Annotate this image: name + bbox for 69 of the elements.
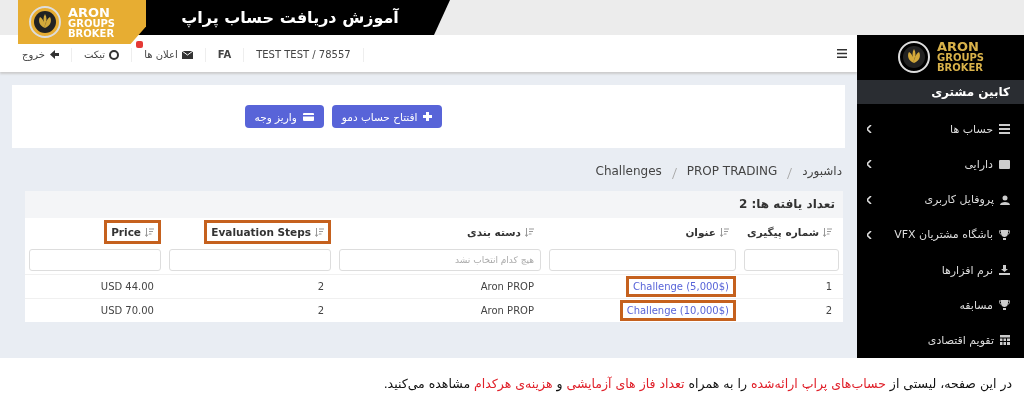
sidebar-item[interactable]: تقویم اقتصادی (857, 322, 1024, 359)
table-cell-text: USD 44.00 (99, 280, 155, 294)
logo-icon (28, 5, 62, 39)
sidebar-item[interactable]: پروفایل کاربری (857, 181, 1024, 218)
logo-text: GROUPS (68, 18, 116, 29)
sidebar-item[interactable]: حساب ها (857, 111, 1024, 147)
logo-text: BROKER (936, 63, 985, 74)
challenge-link[interactable]: Challenge (10,000$) (619, 300, 736, 321)
card-icon (302, 112, 314, 121)
breadcrumb-item[interactable]: PROP TRADING (686, 164, 778, 182)
list-icon (999, 124, 1010, 135)
trophy-icon (999, 300, 1010, 311)
breadcrumb-item[interactable]: داشبورد (802, 164, 842, 182)
column-header[interactable]: شماره پیگیری (740, 220, 839, 244)
topbar-link[interactable]: FA (205, 47, 245, 62)
breadcrumb-item: Challenges (595, 164, 662, 180)
sidebar-item[interactable]: دارایی (857, 146, 1024, 182)
logout-icon (49, 50, 59, 59)
sort-icon (145, 227, 154, 237)
input-field[interactable] (29, 249, 161, 271)
trophy-icon (999, 229, 1010, 240)
sort-icon (720, 227, 729, 237)
section-title: کابین مشتری (857, 79, 1024, 104)
download-icon (999, 265, 1010, 275)
column-header[interactable]: Evaluation Steps (204, 220, 331, 244)
table-cell-text: Aron PROP (479, 304, 535, 318)
envelope-icon (181, 50, 193, 59)
wallet-icon (999, 159, 1010, 169)
action-button[interactable]: افتتاح حساب دمو (331, 105, 443, 128)
select-field[interactable]: هیچ کدام انتخاب نشد (339, 249, 541, 271)
input-field[interactable] (744, 249, 839, 271)
logo-text: GROUPS (936, 53, 985, 64)
logo-text: ARON (936, 41, 979, 54)
challenge-link[interactable]: Challenge (5,000$) (626, 276, 736, 297)
logo-icon (896, 40, 931, 75)
logo-text: BROKER (68, 28, 116, 39)
column-header[interactable]: Price (104, 220, 161, 244)
breadcrumb-separator (671, 167, 677, 179)
caption-text: در این صفحه، لیستی از حساب‌های پراپ ارائه‌شده را به همراه تعداد فاز های آزمایشی و هزینه‌ی هرکدام مشاهده می‌کنید. (383, 376, 1012, 391)
input-field[interactable] (169, 249, 331, 271)
breadcrumb-separator (787, 167, 793, 179)
table-cell-text: 2 (824, 304, 833, 318)
menu-icon[interactable] (837, 49, 847, 58)
table-cell-text: 2 (316, 280, 325, 294)
sort-icon (315, 227, 324, 237)
banner-title: آموزش دریافت حساب پراپ (181, 8, 399, 27)
logo-text: ARON (68, 5, 110, 19)
topbar-link[interactable]: اعلان ها (132, 47, 206, 62)
sidebar-item[interactable]: نرم افزارها (857, 252, 1024, 288)
table-cell-text: Aron PROP (479, 280, 535, 294)
sidebar-item[interactable]: باشگاه مشتریان VFX (857, 217, 1024, 253)
sort-icon (823, 227, 832, 237)
sort-icon (525, 227, 534, 237)
column-header[interactable]: عنوان (678, 220, 736, 244)
topbar-link[interactable]: تیکت (72, 47, 133, 62)
topbar-link[interactable]: TEST TEST / 78557 (244, 47, 364, 62)
support-icon (109, 49, 120, 60)
table-cell-text: USD 70.00 (99, 304, 155, 318)
table-cell-text: 2 (316, 304, 325, 318)
table-cell-text: 1 (824, 280, 833, 294)
column-header[interactable]: دسته بندی (460, 220, 541, 244)
topbar-link[interactable]: خروج (10, 47, 72, 62)
sidebar-item[interactable]: مسابقه (857, 287, 1024, 323)
results-count: تعداد یافته ها: 2 (25, 191, 843, 218)
plus-icon (423, 112, 433, 121)
input-field[interactable] (549, 249, 736, 271)
user-icon (1000, 194, 1010, 205)
action-button[interactable]: واریز وجه (244, 105, 324, 128)
calendar-icon (1000, 335, 1010, 346)
